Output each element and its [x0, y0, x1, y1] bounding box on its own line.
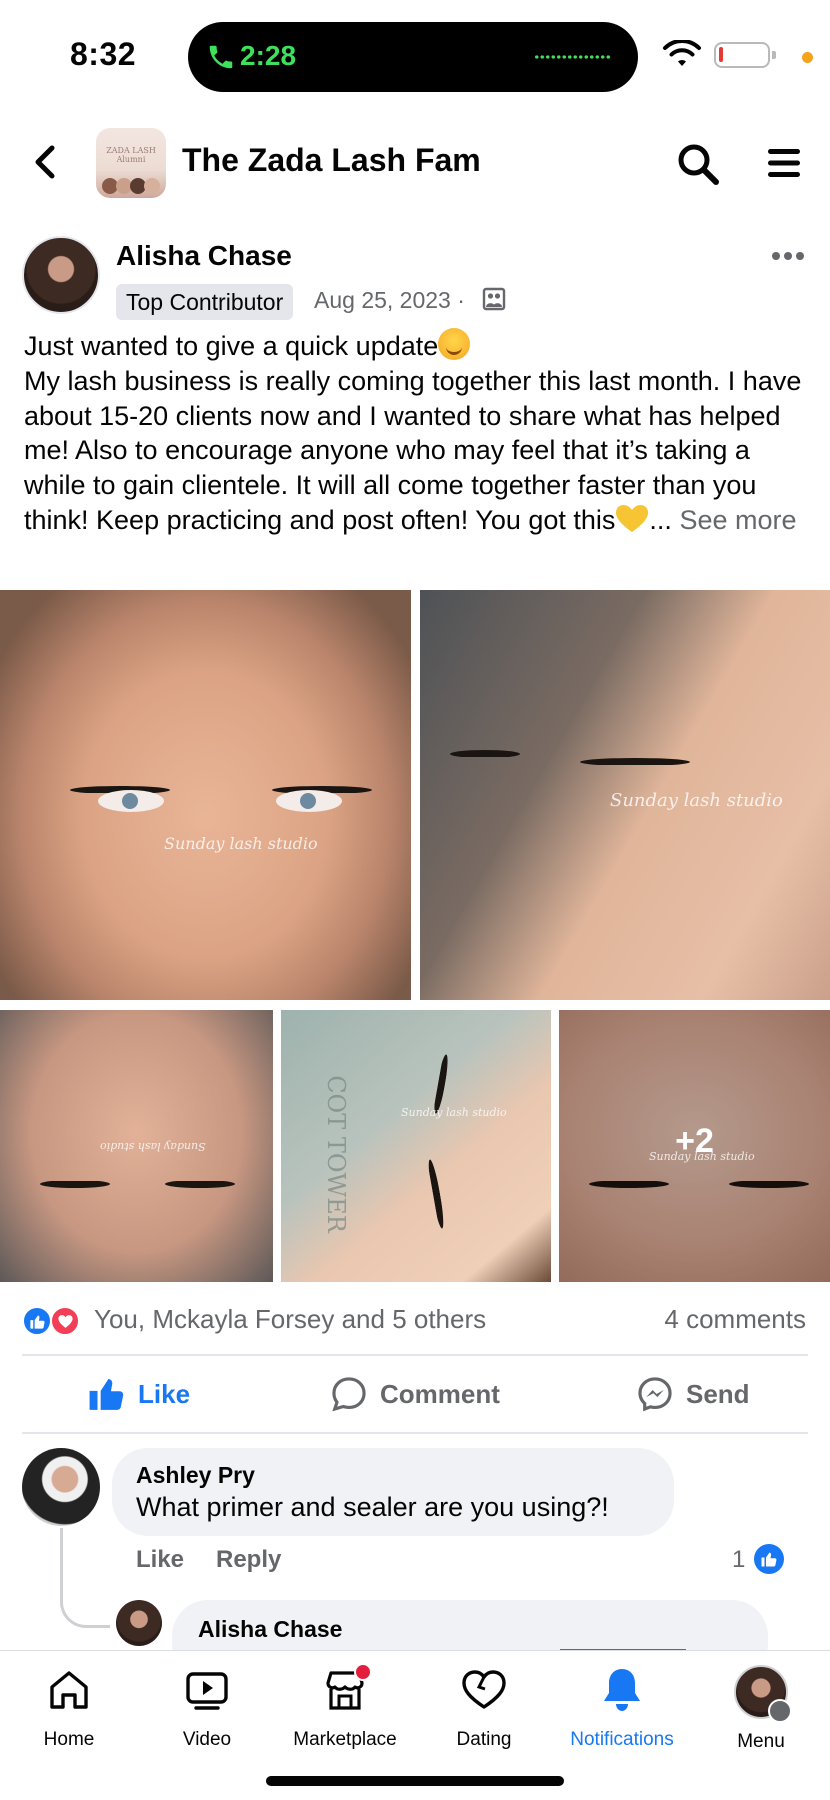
group-avatar-logo-text: ZADA LASH Alumni: [106, 146, 156, 164]
top-contributor-badge[interactable]: Top Contributor: [116, 284, 294, 320]
phone-icon: [209, 45, 233, 69]
love-reaction-icon[interactable]: [50, 1306, 80, 1336]
nav-notifications[interactable]: Notifications: [553, 1665, 691, 1775]
reply-author[interactable]: Alisha Chase: [198, 1616, 342, 1643]
like-label: Like: [138, 1378, 191, 1409]
post-text-ellipsis: ...: [649, 504, 672, 535]
photo-lash-shape: [425, 1158, 447, 1230]
video-icon: [186, 1672, 228, 1710]
search-icon[interactable]: [676, 142, 720, 186]
comment-like-button[interactable]: Like: [136, 1546, 184, 1574]
notification-dot: [354, 1663, 372, 1681]
photo-eye-shape: [276, 790, 342, 812]
author-avatar[interactable]: [22, 236, 100, 314]
post-photo-2[interactable]: Sunday lash studio: [420, 590, 830, 1000]
photo-background-text: COT TOWER: [321, 1075, 350, 1233]
photo-lash-shape: [165, 1180, 235, 1188]
commenter-avatar[interactable]: [22, 1448, 100, 1526]
like-button[interactable]: Like: [88, 1370, 190, 1418]
post-photo-1[interactable]: Sunday lash studio: [0, 590, 411, 1000]
comment-reaction-count: 1: [732, 1546, 746, 1573]
profile-avatar: [734, 1665, 792, 1723]
nav-video-label: Video: [182, 1729, 232, 1750]
thumbs-up-icon: [89, 1378, 124, 1410]
menu-badge-icon: [768, 1699, 792, 1723]
comment-label: Comment: [380, 1378, 500, 1409]
hamburger-menu-icon[interactable]: [766, 146, 802, 180]
divider: [22, 1432, 808, 1434]
call-duration: 2:28: [240, 40, 297, 71]
more-photos-count: +2: [675, 1122, 714, 1160]
back-arrow-icon[interactable]: [28, 142, 64, 182]
comment-button[interactable]: Comment: [330, 1370, 500, 1418]
status-bar: 8:32 2:28: [0, 0, 830, 108]
reply-author-avatar[interactable]: [116, 1600, 162, 1646]
comment-author[interactable]: Ashley Pry: [136, 1462, 255, 1489]
wifi-icon: [663, 40, 701, 66]
dating-icon: [462, 1670, 506, 1709]
group-avatar[interactable]: ZADA LASH Alumni: [96, 128, 166, 198]
thumbs-up-icon: [754, 1544, 784, 1574]
comment-reply-button[interactable]: Reply: [216, 1546, 281, 1574]
nav-home[interactable]: Home: [0, 1665, 138, 1775]
post-photo-3[interactable]: Sunday lash studio: [0, 1010, 273, 1282]
photo-lash-shape: [580, 758, 690, 766]
post-date[interactable]: Aug 25, 2023 ·: [314, 287, 465, 314]
photo-lash-shape: [40, 1180, 110, 1188]
nav-menu[interactable]: Menu: [692, 1665, 830, 1775]
photo-watermark: Sunday lash studio: [610, 790, 783, 811]
nav-menu-label: Menu: [737, 1731, 785, 1752]
send-label: Send: [686, 1378, 750, 1409]
nav-video[interactable]: Video: [138, 1665, 276, 1775]
group-audience-icon: [482, 287, 506, 311]
bell-icon: [604, 1669, 640, 1711]
reply-thread-line: [60, 1528, 110, 1628]
divider: [22, 1354, 808, 1356]
dynamic-island-call[interactable]: 2:28: [188, 22, 638, 92]
photo-watermark: Sunday lash studio: [164, 834, 318, 853]
reactions-summary[interactable]: You, Mckayla Forsey and 5 others: [94, 1304, 486, 1335]
post-photo-4[interactable]: COT TOWER Sunday lash studio: [281, 1010, 551, 1282]
like-reaction-icon[interactable]: [22, 1306, 52, 1336]
comments-count[interactable]: 4 comments: [664, 1304, 806, 1335]
photo-lash-shape: [450, 750, 520, 758]
home-icon: [50, 1671, 88, 1709]
photo-watermark: Sunday lash studio: [100, 1140, 206, 1153]
comment-bubble-icon: [332, 1377, 366, 1412]
audio-waveform: [534, 54, 610, 60]
post-photo-5-more[interactable]: Sunday lash studio +2: [559, 1010, 830, 1282]
group-title[interactable]: The Zada Lash Fam: [182, 142, 481, 179]
group-header: ZADA LASH Alumni The Zada Lash Fam: [0, 118, 830, 208]
photo-watermark: Sunday lash studio: [401, 1106, 507, 1119]
nav-marketplace[interactable]: Marketplace: [276, 1663, 414, 1775]
post-text-line1: Just wanted to give a quick update: [24, 331, 439, 361]
privacy-indicator-dot: [802, 52, 813, 63]
messenger-icon: [638, 1377, 672, 1412]
see-more-link[interactable]: See more: [679, 505, 796, 535]
send-button[interactable]: Send: [636, 1370, 750, 1418]
status-time: 8:32: [70, 36, 137, 72]
comment-text: What primer and sealer are you using?!: [136, 1492, 609, 1522]
nav-dating[interactable]: Dating: [415, 1665, 553, 1775]
post-author-name[interactable]: Alisha Chase: [116, 240, 292, 272]
nav-home-label: Home: [43, 1729, 95, 1750]
post-text[interactable]: Just wanted to give a quick update My la…: [24, 328, 814, 538]
nav-marketplace-label: Marketplace: [293, 1729, 397, 1750]
nav-notifications-label: Notifications: [570, 1729, 674, 1750]
photo-eye-shape: [98, 790, 164, 812]
more-options-icon[interactable]: [770, 246, 806, 266]
nav-dating-label: Dating: [456, 1729, 512, 1750]
home-indicator[interactable]: [266, 1776, 564, 1786]
smile-emoji-icon: [438, 328, 471, 360]
yellow-heart-emoji-icon: [615, 504, 649, 534]
battery-icon: [714, 42, 776, 68]
